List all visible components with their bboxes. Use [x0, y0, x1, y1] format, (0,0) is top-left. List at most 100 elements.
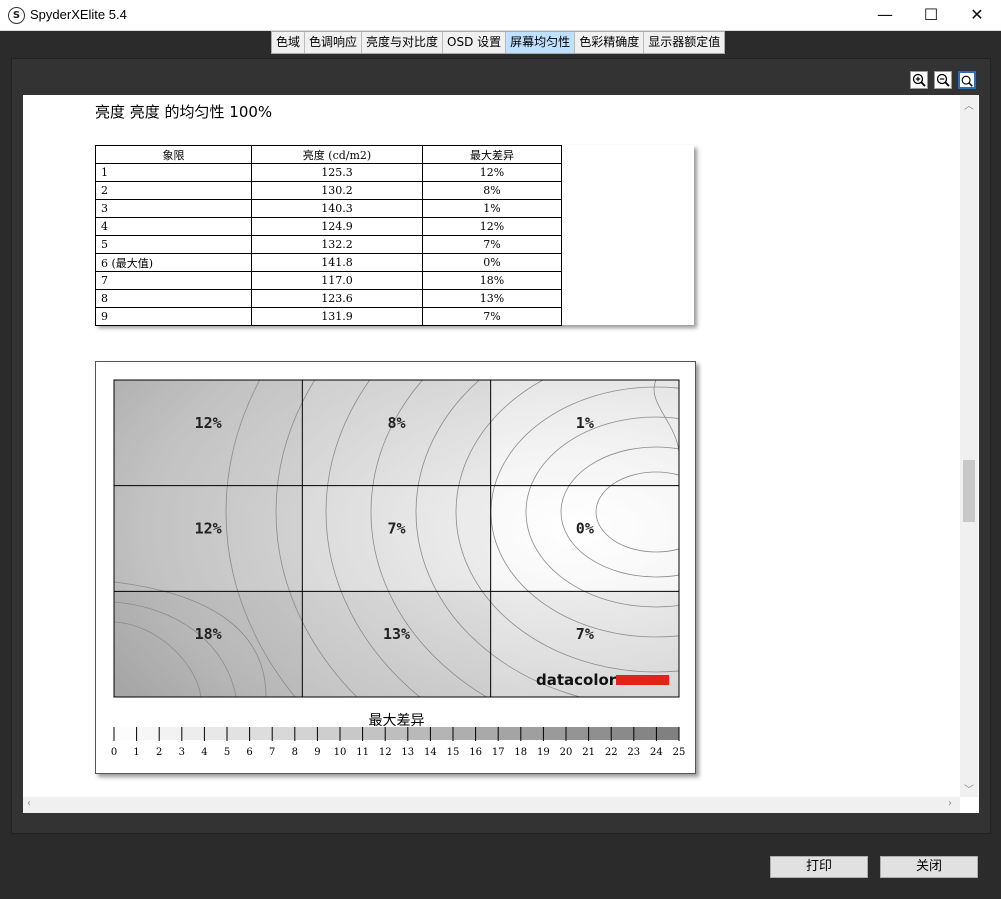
tab-brightness-contrast[interactable]: 亮度与对比度: [362, 32, 444, 53]
column-header-luminance: 亮度 (cd/m2): [251, 145, 423, 164]
scale-tick-label: 11: [356, 747, 369, 758]
scale-tick-label: 15: [447, 747, 460, 758]
scale-segment: [272, 727, 295, 740]
cell-luminance: 123.6: [251, 289, 423, 308]
minimize-button[interactable]: —: [862, 0, 908, 30]
cell-quadrant: 5: [95, 235, 252, 254]
scale-tick-label: 5: [224, 747, 230, 758]
cell-difference: 8%: [422, 181, 562, 200]
scale-tick-label: 18: [514, 747, 527, 758]
close-window-button[interactable]: ✕: [954, 0, 1000, 30]
scale-tick-label: 6: [246, 747, 252, 758]
scale-segment: [656, 727, 679, 740]
table-row: 2 130.2 8%: [95, 181, 562, 200]
print-button[interactable]: 打印: [770, 856, 868, 878]
cell-difference: 13%: [422, 289, 562, 308]
scale-segment: [159, 727, 182, 740]
scale-tick-label: 14: [424, 747, 437, 758]
cell-luminance: 141.8: [251, 253, 423, 272]
tab-screen-uniformity[interactable]: 屏幕均匀性: [506, 32, 576, 53]
vertical-scrollbar[interactable]: ︿ ﹀: [960, 95, 978, 797]
heatmap-cell-label: 13%: [383, 625, 410, 643]
heatmap-cell-label: 8%: [387, 414, 405, 432]
scale-segment: [498, 727, 521, 740]
scale-tick-label: 12: [379, 747, 392, 758]
heatmap-cell: [302, 380, 491, 486]
zoom-out-icon: [936, 73, 950, 87]
zoom-out-button[interactable]: [934, 71, 952, 89]
report-heading: 亮度 亮度 的均匀性 100%: [95, 103, 273, 121]
vertical-scroll-thumb[interactable]: [963, 460, 975, 522]
report-viewport: 亮度 亮度 的均匀性 100% 象限 亮度 (cd/m2) 最大差异 1 125.…: [23, 95, 979, 813]
cell-difference: 1%: [422, 199, 562, 218]
scroll-right-icon[interactable]: ›: [948, 798, 952, 809]
scale-tick-label: 3: [179, 747, 185, 758]
scale-tick-label: 10: [334, 747, 347, 758]
scale-segment: [633, 727, 657, 740]
tab-color-accuracy[interactable]: 色彩精确度: [575, 32, 645, 53]
scale-segment: [294, 727, 318, 740]
scale-tick-label: 0: [111, 747, 117, 758]
scale-segment: [249, 727, 273, 740]
scroll-left-icon[interactable]: ‹: [27, 798, 31, 809]
cell-difference: 12%: [422, 217, 562, 236]
scale-segment: [407, 727, 431, 740]
scroll-down-icon[interactable]: ﹀: [964, 781, 974, 796]
tab-tone-response[interactable]: 色调响应: [305, 32, 363, 53]
cell-quadrant: 3: [95, 199, 252, 218]
cell-quadrant: 1: [95, 163, 252, 182]
scroll-up-icon[interactable]: ︿: [964, 97, 974, 112]
heatmap-cell-label: 7%: [576, 625, 594, 643]
maximize-button[interactable]: ☐: [908, 0, 954, 30]
scale-segment: [520, 727, 544, 740]
uniformity-table-panel: 象限 亮度 (cd/m2) 最大差异 1 125.3 12% 2 130.2 8% 31…: [95, 145, 694, 326]
scale-tick-label: 24: [650, 747, 663, 758]
table-row: 8 123.6 13%: [95, 289, 562, 308]
zoom-fit-icon: [961, 75, 973, 87]
heatmap-cell: [114, 485, 303, 592]
table-row: 6 (最大值) 141.8 0%: [95, 253, 562, 272]
tab-display-rating[interactable]: 显示器额定值: [644, 32, 724, 53]
tab-osd-settings[interactable]: OSD 设置: [443, 32, 507, 53]
close-button[interactable]: 关闭: [880, 856, 978, 878]
cell-quadrant: 7: [95, 271, 252, 290]
cell-quadrant: 8: [95, 289, 252, 308]
scale-segment: [385, 727, 408, 740]
scale-tick-label: 4: [201, 747, 207, 758]
heatmap-cell: [114, 380, 303, 486]
cell-luminance: 124.9: [251, 217, 423, 236]
table-row: 7 117.0 18%: [95, 271, 562, 290]
datacolor-logo-bar: [616, 675, 669, 685]
scale-segment: [475, 727, 499, 740]
scale-segment: [204, 727, 227, 740]
scale-segment: [566, 727, 589, 740]
heatmap-cell: [114, 591, 303, 697]
report-tabs: 色域 色调响应 亮度与对比度 OSD 设置 屏幕均匀性 色彩精确度 显示器额定值: [271, 31, 726, 54]
cell-luminance: 140.3: [251, 199, 423, 218]
scale-tick-label: 21: [582, 747, 595, 758]
scale-segment: [588, 727, 612, 740]
horizontal-scrollbar[interactable]: ‹ ›: [23, 797, 960, 813]
app-logo-icon: S: [8, 7, 25, 24]
scale-segment: [181, 727, 205, 740]
table-row: 4 124.9 12%: [95, 217, 562, 236]
scale-tick-label: 16: [469, 747, 482, 758]
tab-gamut[interactable]: 色域: [272, 32, 306, 53]
zoom-in-button[interactable]: [910, 71, 928, 89]
scale-tick-label: 22: [605, 747, 618, 758]
heatmap-cell-label: 7%: [387, 520, 405, 538]
datacolor-logo-text: datacolor: [536, 671, 617, 689]
scale-tick-label: 17: [492, 747, 505, 758]
zoom-fit-button[interactable]: [958, 71, 976, 89]
scale-segment: [317, 727, 340, 740]
table-row: 5 132.2 7%: [95, 235, 562, 254]
heatmap-cell: [490, 485, 679, 592]
cell-luminance: 132.2: [251, 235, 423, 254]
uniformity-table: 象限 亮度 (cd/m2) 最大差异 1 125.3 12% 2 130.2 8% 31…: [95, 145, 562, 326]
heatmap-cell-label: 1%: [576, 414, 594, 432]
uniformity-heatmap: 12% 8% 1% 12% 7% 0% 18% 13% 7% datacolor: [113, 379, 680, 698]
heatmap-cell-label: 0%: [576, 520, 594, 538]
cell-quadrant: 4: [95, 217, 252, 236]
cell-luminance: 125.3: [251, 163, 423, 182]
cell-difference: 12%: [422, 163, 562, 182]
